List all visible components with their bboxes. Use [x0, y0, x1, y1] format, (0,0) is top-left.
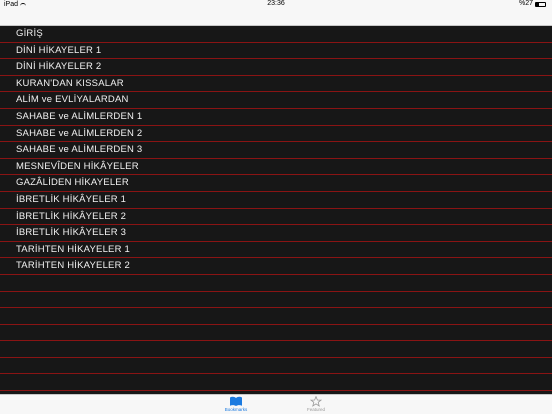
list-item[interactable]: KURAN'DAN KISSALAR [0, 76, 552, 93]
list-item[interactable]: DİNİ HİKAYELER 2 [0, 59, 552, 76]
list-item[interactable]: SAHABE ve ALİMLERDEN 2 [0, 126, 552, 143]
list-item[interactable]: İBRETLİK HİKÂYELER 2 [0, 209, 552, 226]
empty-row [0, 275, 552, 292]
empty-row [0, 358, 552, 375]
list-item[interactable]: SAHABE ve ALİMLERDEN 3 [0, 142, 552, 159]
empty-row [0, 308, 552, 325]
list-item[interactable]: İBRETLİK HİKÂYELER 3 [0, 225, 552, 242]
star-icon [310, 396, 322, 407]
battery-icon [535, 1, 546, 7]
story-list[interactable]: GİRİŞ DİNİ HİKAYELER 1 DİNİ HİKAYELER 2 … [0, 26, 552, 394]
list-item[interactable]: GİRİŞ [0, 26, 552, 43]
tab-bar: Bookmarks Featured [0, 394, 552, 414]
tab-bookmarks-label: Bookmarks [224, 407, 248, 412]
list-item[interactable]: İBRETLİK HİKÂYELER 1 [0, 192, 552, 209]
tab-bookmarks[interactable]: Bookmarks [211, 396, 261, 412]
list-item[interactable]: GAZÂLİDEN HİKAYELER [0, 175, 552, 192]
tab-featured-label: Featured [306, 407, 325, 412]
list-item[interactable]: TARİHTEN HİKAYELER 2 [0, 258, 552, 275]
list-item[interactable]: DİNİ HİKAYELER 1 [0, 43, 552, 60]
status-right: %27 [519, 0, 546, 8]
list-item[interactable]: ALİM ve EVLİYALARDAN [0, 92, 552, 109]
empty-row [0, 292, 552, 309]
battery-percent: %27 [518, 0, 533, 7]
book-icon [230, 396, 242, 406]
navigation-bar [0, 8, 552, 26]
empty-row [0, 374, 552, 392]
status-time: 23:36 [267, 0, 285, 7]
status-bar: iPad 23:36 %27 [0, 0, 552, 8]
empty-row [0, 325, 552, 342]
tab-featured[interactable]: Featured [291, 396, 341, 412]
list-item[interactable]: MESNEVÎDEN HİKÂYELER [0, 159, 552, 176]
empty-row [0, 341, 552, 358]
list-item[interactable]: SAHABE ve ALİMLERDEN 1 [0, 109, 552, 126]
list-item[interactable]: TARİHTEN HİKAYELER 1 [0, 242, 552, 259]
